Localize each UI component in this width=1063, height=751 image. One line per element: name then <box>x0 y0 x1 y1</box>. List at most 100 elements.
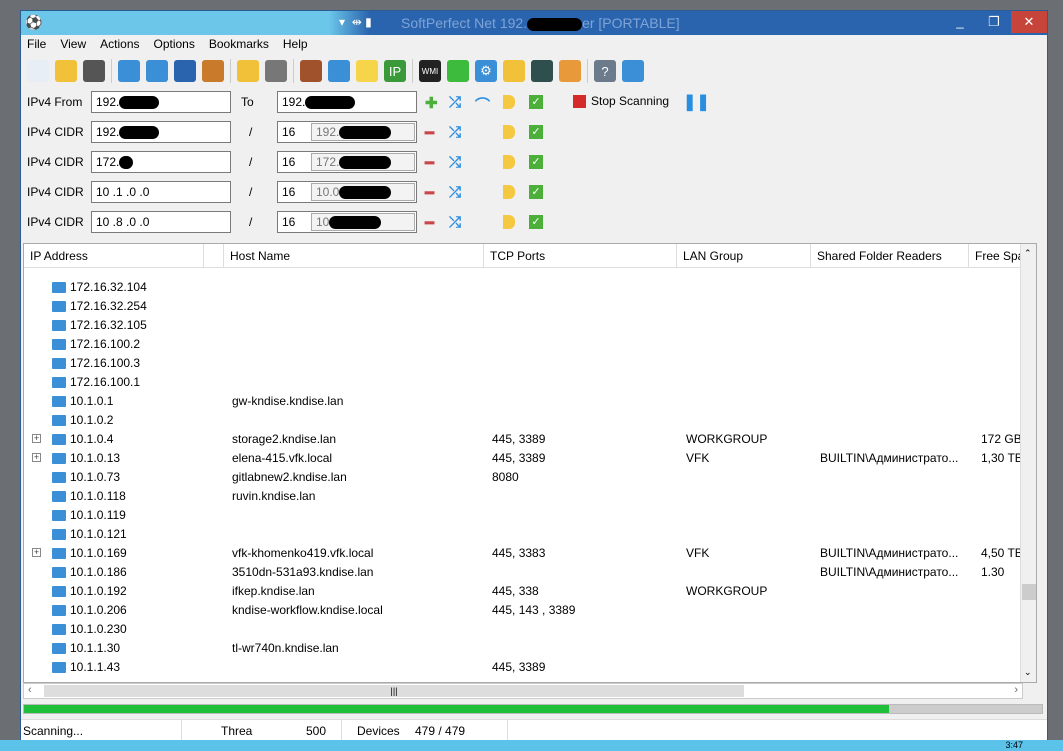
menu-help[interactable]: Help <box>283 37 308 55</box>
table-row[interactable]: 172.16.32.254 <box>24 297 1024 316</box>
gear-icon[interactable]: ⚙ <box>475 60 497 82</box>
tools-icon[interactable] <box>300 60 322 82</box>
column-header-host-name[interactable]: Host Name <box>224 244 484 268</box>
computer-icon[interactable] <box>328 60 350 82</box>
note-icon[interactable] <box>503 95 515 109</box>
stop-scanning-button[interactable]: Stop Scanning <box>573 94 669 108</box>
ip-card-icon[interactable]: IP <box>384 60 406 82</box>
table-row[interactable]: 10.1.0.119 <box>24 506 1024 525</box>
range-mask-display: 172. <box>311 153 415 171</box>
table-row[interactable]: 10.1.0.118 ruvin.kndise.lan <box>24 487 1024 506</box>
shuffle-icon[interactable]: ⤮ <box>449 124 461 141</box>
checkbox-checked-icon[interactable]: ✓ <box>529 185 543 199</box>
shared-folder-icon[interactable] <box>503 60 525 82</box>
table-row[interactable]: 10.1.0.2 <box>24 411 1024 430</box>
checkbox-checked-icon[interactable]: ✓ <box>529 95 543 109</box>
wmi-icon[interactable]: WMI <box>419 60 441 82</box>
checkbox-checked-icon[interactable]: ✓ <box>529 125 543 139</box>
note-icon[interactable] <box>503 215 515 229</box>
column-header-blank[interactable] <box>204 244 224 268</box>
shuffle-icon[interactable]: ⤮ <box>449 184 461 201</box>
menu-options[interactable]: Options <box>154 37 195 55</box>
computer-icon <box>52 624 66 635</box>
filter-icon[interactable] <box>265 60 287 82</box>
column-header-free-spa[interactable]: Free Spa <box>969 244 1024 268</box>
pause-button[interactable]: ❚❚ <box>683 92 710 112</box>
table-row[interactable]: +10.1.0.4 storage2.kndise.lan 445, 3389 WOR… <box>24 430 1024 449</box>
note-icon[interactable] <box>503 185 515 199</box>
add-range-icon[interactable]: ✚ <box>425 94 438 112</box>
registry-icon[interactable] <box>447 60 469 82</box>
cell-readers: BUILTIN\Администрато... <box>820 546 959 560</box>
scroll-thumb[interactable] <box>1022 584 1036 600</box>
table-row[interactable]: 172.16.100.2 <box>24 335 1024 354</box>
new-icon[interactable] <box>27 60 49 82</box>
column-header-lan-group[interactable]: LAN Group <box>677 244 811 268</box>
remove-range-icon[interactable]: ━ <box>425 184 434 202</box>
globe-icon[interactable] <box>622 60 644 82</box>
table-row[interactable]: +10.1.0.13 elena-415.vfk.local 445, 3389 VF… <box>24 449 1024 468</box>
save-icon[interactable] <box>83 60 105 82</box>
remove-range-icon[interactable]: ━ <box>425 154 434 172</box>
quick-access-icons[interactable]: ▾ ⇹ ▮ <box>339 15 372 29</box>
vertical-scrollbar[interactable]: ⌃ ⌄ <box>1020 244 1036 682</box>
minimize-button[interactable]: _ <box>943 11 977 33</box>
expand-icon[interactable]: + <box>32 434 41 443</box>
range-start-input[interactable]: 172. <box>91 151 231 173</box>
range-start-input[interactable]: 192. <box>91 121 231 143</box>
range-start-input[interactable]: 192. <box>91 91 231 113</box>
remove-node-icon[interactable] <box>118 60 140 82</box>
close-button[interactable]: ✕ <box>1011 11 1047 33</box>
filter-folder-icon[interactable] <box>237 60 259 82</box>
add-node-icon[interactable] <box>146 60 168 82</box>
table-row[interactable]: 10.1.1.43 445, 3389 <box>24 658 1024 677</box>
shuffle-icon[interactable]: ⤮ <box>449 94 461 111</box>
expand-icon[interactable]: + <box>32 453 41 462</box>
menu-file[interactable]: File <box>27 37 46 55</box>
shuffle-icon[interactable]: ⤮ <box>449 154 461 171</box>
horizontal-scroll-thumb[interactable]: ||| <box>44 685 744 697</box>
table-row[interactable]: 10.1.1.30 tl-wr740n.kndise.lan <box>24 639 1024 658</box>
note-icon[interactable] <box>503 155 515 169</box>
checkbox-checked-icon[interactable]: ✓ <box>529 155 543 169</box>
help-icon[interactable]: ? <box>594 60 616 82</box>
table-row[interactable]: 10.1.0.206 kndise-workflow.kndise.local 44… <box>24 601 1024 620</box>
menu-bookmarks[interactable]: Bookmarks <box>209 37 269 55</box>
checkbox-checked-icon[interactable]: ✓ <box>529 215 543 229</box>
column-header-ip-address[interactable]: IP Address <box>24 244 204 268</box>
table-row[interactable]: 10.1.0.192 ifkep.kndise.lan 445, 338 WORKGR… <box>24 582 1024 601</box>
range-start-input[interactable]: 10 .8 .0 .0 <box>91 211 231 233</box>
cell-group: VFK <box>686 546 710 560</box>
table-row[interactable]: +10.1.0.169 vfk-khomenko419.vfk.local 445,… <box>24 544 1024 563</box>
open-folder-icon[interactable] <box>55 60 77 82</box>
collapse-icon[interactable]: ⌒ <box>475 94 490 115</box>
remove-range-icon[interactable]: ━ <box>425 214 434 232</box>
monitor-icon[interactable] <box>531 60 553 82</box>
menu-actions[interactable]: Actions <box>100 37 139 55</box>
horizontal-scrollbar[interactable]: ‹ ||| › <box>23 683 1023 699</box>
table-row[interactable]: 10.1.0.186 3510dn-531a93.kndise.lan BUILTI… <box>24 563 1024 582</box>
table-row[interactable]: 172.16.100.3 <box>24 354 1024 373</box>
binoculars-icon[interactable] <box>174 60 196 82</box>
shuffle-icon[interactable]: ⤮ <box>449 214 461 231</box>
users-icon[interactable] <box>559 60 581 82</box>
range-start-input[interactable]: 10 .1 .0 .0 <box>91 181 231 203</box>
restore-button[interactable]: ❐ <box>977 11 1011 33</box>
remove-range-icon[interactable]: ━ <box>425 124 434 142</box>
note-icon[interactable] <box>503 125 515 139</box>
table-row[interactable]: 10.1.0.121 <box>24 525 1024 544</box>
table-row[interactable]: 172.16.100.1 <box>24 373 1024 392</box>
column-header-shared-folder-readers[interactable]: Shared Folder Readers <box>811 244 969 268</box>
table-row[interactable]: 172.16.32.104 <box>24 278 1024 297</box>
range-end-input[interactable]: 192. <box>277 91 417 113</box>
lightbulb-icon[interactable] <box>356 60 378 82</box>
table-row[interactable]: 172.16.32.105 <box>24 316 1024 335</box>
expand-icon[interactable]: + <box>32 548 41 557</box>
table-row[interactable]: 10.1.0.73 gitlabnew2.kndise.lan 8080 <box>24 468 1024 487</box>
cell-host: kndise-workflow.kndise.local <box>232 603 383 617</box>
column-header-tcp-ports[interactable]: TCP Ports <box>484 244 677 268</box>
table-row[interactable]: 10.1.0.230 <box>24 620 1024 639</box>
clipboard-icon[interactable] <box>202 60 224 82</box>
table-row[interactable]: 10.1.0.1 gw-kndise.kndise.lan <box>24 392 1024 411</box>
menu-view[interactable]: View <box>60 37 86 55</box>
